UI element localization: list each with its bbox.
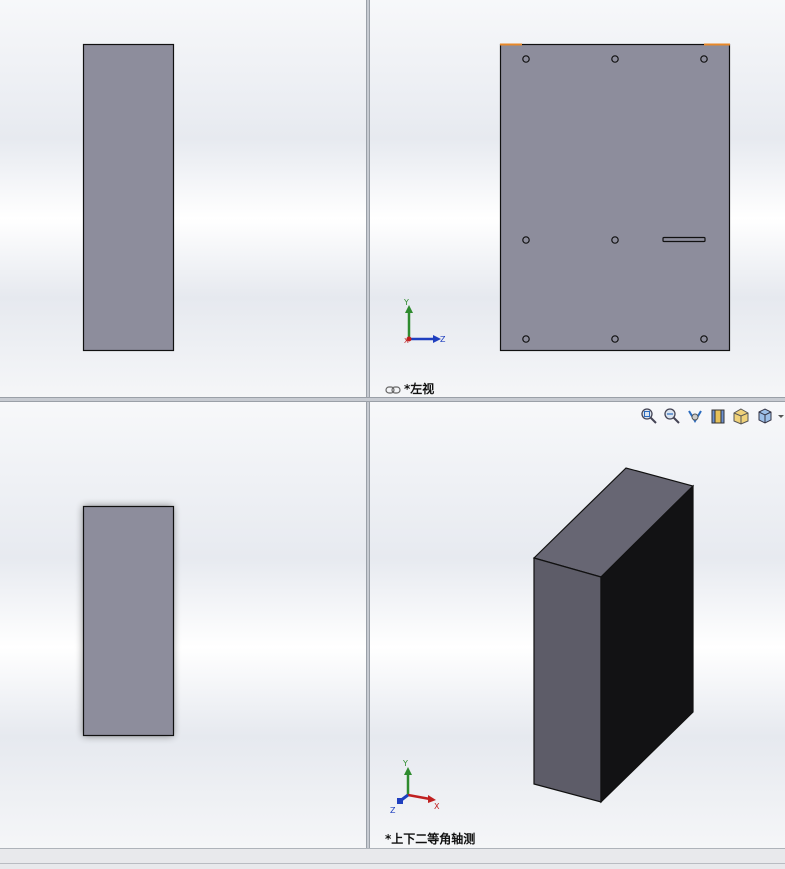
viewport-splitter-horizontal[interactable] (0, 397, 785, 402)
viewport-bottom-right[interactable]: Y X Z *上下二等角轴测 (370, 402, 785, 848)
svg-text:Z: Z (440, 335, 446, 344)
coordinate-triad: Y Z X (403, 298, 446, 345)
svg-text:Y: Y (402, 759, 408, 768)
bottom-tab-bar (0, 848, 785, 869)
viewport-bottom-left[interactable] (0, 402, 366, 848)
view-label-left-text: *左视 (404, 382, 435, 396)
iso-front-face (533, 557, 602, 803)
part-left-view: Y Z X (403, 43, 731, 352)
part-top-face (82, 505, 175, 737)
svg-text:Y: Y (403, 298, 409, 307)
viewport-top-right[interactable]: Y Z X *左视 (370, 0, 785, 397)
scrollbar-track[interactable] (0, 863, 785, 864)
viewport-splitter-vertical[interactable] (366, 0, 370, 848)
svg-text:X: X (404, 337, 409, 345)
part-front-face (82, 43, 175, 352)
viewport-top-left[interactable] (0, 0, 366, 397)
svg-text:X: X (434, 802, 440, 811)
part-isometric-view: Y X Z (390, 467, 695, 815)
link-views-icon[interactable] (385, 385, 401, 395)
view-label-iso: *上下二等角轴测 (385, 832, 476, 846)
view-label-left: *左视 (385, 380, 434, 397)
part-face (499, 43, 731, 352)
svg-text:Z: Z (390, 806, 396, 815)
coordinate-triad-iso: Y X Z (390, 759, 440, 815)
